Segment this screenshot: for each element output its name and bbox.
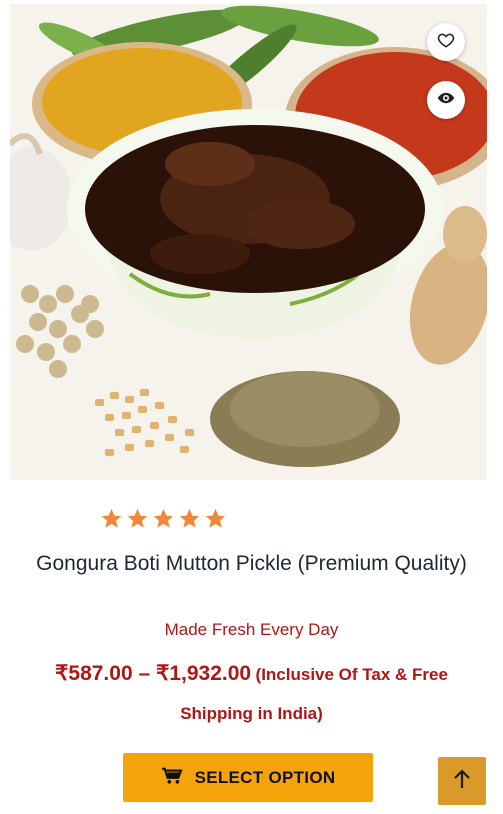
- star-icon: [101, 508, 122, 528]
- product-image[interactable]: [10, 4, 487, 480]
- rating-stars: [100, 507, 227, 530]
- product-tagline: Made Fresh Every Day: [164, 620, 339, 639]
- wishlist-button[interactable]: [427, 23, 465, 61]
- eye-icon: [437, 89, 455, 112]
- price-block: ₹587.00 – ₹1,932.00 (Inclusive Of Tax & …: [30, 655, 473, 734]
- star-icon: [179, 508, 200, 528]
- star-icon: [127, 508, 148, 528]
- star-icon: [205, 508, 226, 528]
- price-range: ₹587.00 – ₹1,932.00: [55, 662, 252, 685]
- heart-icon: [437, 31, 455, 54]
- cart-icon: [161, 767, 183, 788]
- arrow-up-icon: [452, 768, 472, 795]
- star-icon: [153, 508, 174, 528]
- product-title[interactable]: Gongura Boti Mutton Pickle (Premium Qual…: [30, 546, 473, 582]
- select-option-button[interactable]: SELECT OPTION: [123, 753, 373, 802]
- select-option-label: SELECT OPTION: [194, 767, 336, 787]
- quick-view-button[interactable]: [427, 81, 465, 119]
- scroll-to-top-button[interactable]: [438, 757, 486, 805]
